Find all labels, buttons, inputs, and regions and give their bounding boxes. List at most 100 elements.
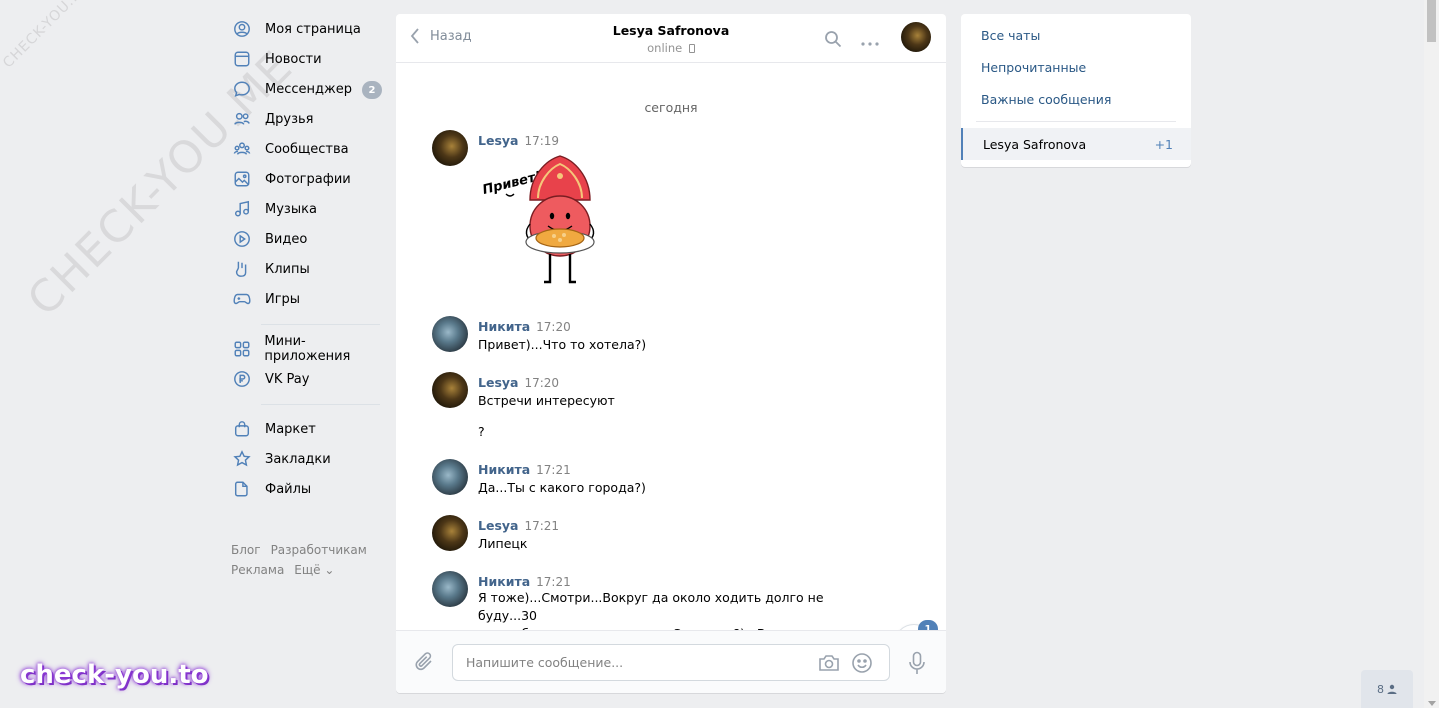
video-icon [232, 229, 252, 249]
clips-icon [232, 259, 252, 279]
filter-unread[interactable]: Непрочитанные [961, 51, 1191, 83]
avatar[interactable] [432, 515, 468, 551]
message-author[interactable]: Никита [478, 462, 530, 477]
more-dots-icon [861, 42, 879, 46]
chat-bubble-icon [232, 79, 252, 99]
nav-item-music[interactable]: Музыка [228, 194, 388, 224]
message-time: 17:20 [536, 320, 571, 334]
paperclip-icon [415, 652, 432, 671]
message-author[interactable]: Никита [478, 319, 530, 334]
message-header: Lesya 17:21 [478, 518, 559, 533]
camera-button[interactable] [818, 654, 840, 672]
online-friends-widget[interactable]: 8 [1361, 670, 1413, 708]
scroll-down-arrow-icon[interactable] [1428, 701, 1436, 706]
message-text: ? [478, 424, 485, 439]
message-author[interactable]: Никита [478, 574, 530, 589]
communities-icon [232, 139, 252, 159]
avatar[interactable] [432, 372, 468, 408]
nav-item-market[interactable]: Маркет [228, 414, 388, 444]
nav-item-communities[interactable]: Сообщества [228, 134, 388, 164]
sticker-image: Привет! [481, 155, 595, 284]
message-author[interactable]: Lesya [478, 518, 518, 533]
message-text: Я тоже)...Смотри...Вокруг да около ходит… [478, 590, 846, 630]
emoji-button[interactable] [851, 652, 873, 674]
smile-icon [852, 653, 872, 673]
voice-message-button[interactable] [907, 651, 927, 675]
more-actions-button[interactable] [860, 36, 880, 46]
avatar[interactable] [432, 316, 468, 352]
active-chat-name: Lesya Safronova [983, 136, 1087, 152]
message-header: Никита 17:21 [478, 574, 571, 589]
footer-link-blog[interactable]: Блог [231, 543, 261, 557]
nav-item-news[interactable]: Новости [228, 44, 388, 74]
nav-item-video[interactable]: Видео [228, 224, 388, 254]
peer-avatar[interactable] [901, 22, 931, 52]
nav-label: Видео [265, 231, 308, 247]
online-count: 8 [1377, 682, 1384, 696]
messenger-count-badge: 2 [362, 81, 382, 99]
nav-separator [261, 404, 380, 405]
nav-label: Музыка [265, 201, 317, 217]
avatar[interactable] [432, 571, 468, 607]
nav-item-my-page[interactable]: Моя страница [228, 14, 388, 44]
nav-label: Маркет [265, 421, 316, 437]
message-history: сегодня Lesya 17:19 Привет! Никита 17:20… [396, 64, 946, 630]
message-time: 17:19 [524, 134, 560, 148]
peer-status-text: online [647, 41, 683, 55]
nav-label: Мессенджер [265, 81, 352, 97]
filter-important[interactable]: Важные сообщения [961, 83, 1191, 115]
user-circle-icon [232, 19, 252, 39]
page-scrollbar[interactable] [1424, 0, 1439, 708]
nav-label: Друзья [265, 111, 314, 127]
friends-icon [232, 109, 252, 129]
nav-item-bookmarks[interactable]: Закладки [228, 444, 388, 474]
attach-button[interactable] [414, 651, 436, 673]
footer-link-developers[interactable]: Разработчикам [271, 543, 367, 557]
nav-separator [261, 324, 380, 325]
news-icon [232, 49, 252, 69]
nav-footer: Блог Разработчикам Реклама Ещё ⌄ [228, 540, 388, 580]
day-separator: сегодня [644, 100, 698, 115]
footer-link-ads[interactable]: Реклама [231, 563, 284, 577]
nav-label: Мини-приложения [264, 334, 351, 364]
photo-icon [232, 169, 252, 189]
bag-icon [232, 419, 252, 439]
person-icon [1387, 684, 1397, 694]
panel-separator [976, 121, 1176, 122]
search-icon [825, 31, 842, 48]
nav-item-clips[interactable]: Клипы [228, 254, 388, 284]
message-header: Lesya 17:19 [478, 133, 559, 148]
left-navigation: Моя страница Новости Мессенджер 2 Друзья… [228, 14, 388, 580]
message-author[interactable]: Lesya [478, 133, 518, 148]
nav-label: Новости [265, 51, 322, 67]
active-chat-item[interactable]: Lesya Safronova +1 [961, 128, 1191, 160]
file-icon [232, 479, 252, 499]
message-header: Lesya 17:20 [478, 375, 559, 390]
nav-item-mini-apps[interactable]: Мини-приложения [228, 334, 388, 364]
nav-item-friends[interactable]: Друзья [228, 104, 388, 134]
filter-all-chats[interactable]: Все чаты [961, 19, 1191, 51]
message-text: Липецк [478, 536, 528, 551]
message-author[interactable]: Lesya [478, 375, 518, 390]
scrollbar-thumb[interactable] [1427, 0, 1436, 42]
watermark-badge: check-you.to [20, 660, 209, 690]
nav-label: Клипы [265, 261, 310, 277]
nav-item-messenger[interactable]: Мессенджер 2 [228, 74, 388, 104]
footer-link-more[interactable]: Ещё ⌄ [294, 563, 334, 577]
nav-item-games[interactable]: Игры [228, 284, 388, 314]
music-icon [232, 199, 252, 219]
search-in-chat-button[interactable] [824, 30, 842, 48]
message-time: 17:21 [536, 575, 571, 589]
message-time: 17:21 [536, 463, 571, 477]
message-time: 17:20 [524, 376, 560, 390]
avatar[interactable] [432, 130, 468, 166]
camera-icon [819, 655, 839, 671]
nav-item-files[interactable]: Файлы [228, 474, 388, 504]
chat-window: Назад Lesya Safronova online сегодня Les… [396, 14, 946, 693]
star-icon [232, 449, 252, 469]
message-time: 17:21 [524, 519, 560, 533]
nav-item-photos[interactable]: Фотографии [228, 164, 388, 194]
nav-item-vk-pay[interactable]: VK Pay [228, 364, 388, 394]
message-text: Да...Ты с какого города?) [478, 480, 646, 495]
avatar[interactable] [432, 459, 468, 495]
